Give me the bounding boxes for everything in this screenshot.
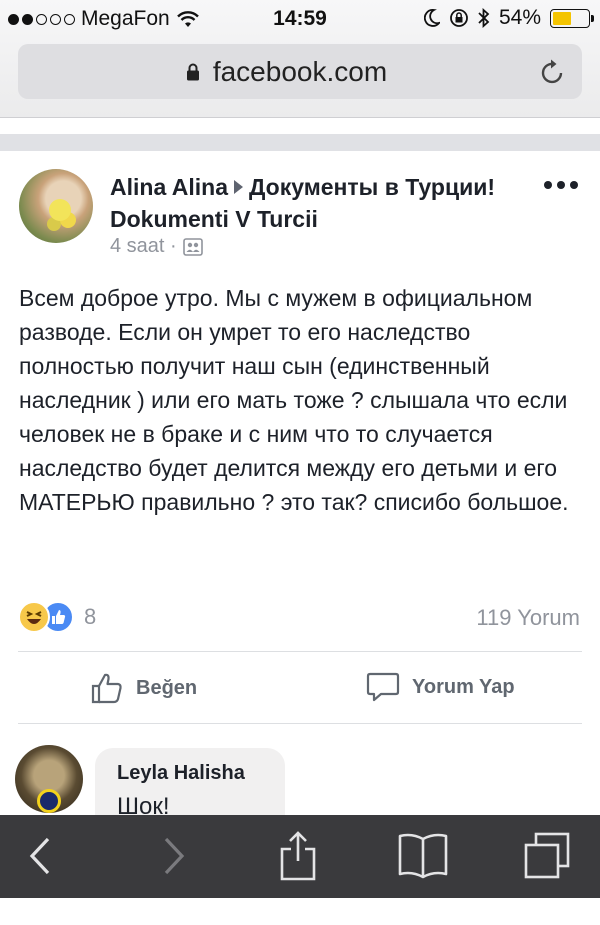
post-time[interactable]: 4 saat · <box>110 235 177 258</box>
thumbs-up-icon <box>91 673 122 704</box>
bookmarks-icon[interactable] <box>396 831 450 879</box>
url-text: facebook.com <box>212 56 388 87</box>
comment-count-link[interactable]: 119 Yorum <box>476 605 580 631</box>
divider <box>18 651 582 652</box>
moon-icon <box>423 9 440 27</box>
browser-toolbar <box>0 815 600 898</box>
status-bar: MegaFon 14:59 54% <box>0 0 600 38</box>
reactions-summary[interactable]: 8 <box>18 601 96 633</box>
commenter-avatar[interactable] <box>15 745 83 813</box>
like-button[interactable]: Beğen <box>90 671 197 705</box>
reaction-count: 8 <box>84 604 97 629</box>
battery-percent: 54% <box>498 6 541 29</box>
divider <box>18 723 582 724</box>
commenter-name[interactable]: Leyla Halisha <box>117 762 285 785</box>
comment-button[interactable]: Yorum Yap <box>366 671 515 703</box>
forward-icon[interactable] <box>158 833 188 879</box>
author-avatar[interactable] <box>19 169 93 243</box>
comment-icon <box>366 672 400 702</box>
rotation-lock-icon <box>450 9 468 27</box>
browser-chrome: MegaFon 14:59 54% facebook.com <box>0 0 600 118</box>
tabs-icon[interactable] <box>522 831 572 881</box>
post-meta: 4 saat · <box>110 235 203 258</box>
haha-reaction-icon <box>18 601 50 633</box>
like-label: Beğen <box>136 676 198 699</box>
author-name[interactable]: Alina Alina <box>110 174 228 200</box>
bluetooth-icon <box>478 8 490 28</box>
back-icon[interactable] <box>26 833 56 879</box>
more-options-icon[interactable] <box>544 181 578 189</box>
comment-label: Yorum Yap <box>412 675 515 698</box>
address-bar[interactable]: facebook.com <box>18 44 582 99</box>
post-header: Alina Alina Документы в Турции! Dokumenti… <box>110 171 530 235</box>
audience-group-icon <box>182 237 203 256</box>
share-icon[interactable] <box>278 829 318 883</box>
status-right: 54% <box>423 6 594 30</box>
battery-fill <box>553 11 572 25</box>
feed-separator <box>0 134 600 151</box>
post-body: Всем доброе утро. Мы с мужем в официальн… <box>19 285 569 515</box>
posted-in-arrow-icon <box>234 180 243 194</box>
reload-icon[interactable] <box>540 58 566 86</box>
battery-icon <box>550 8 594 28</box>
